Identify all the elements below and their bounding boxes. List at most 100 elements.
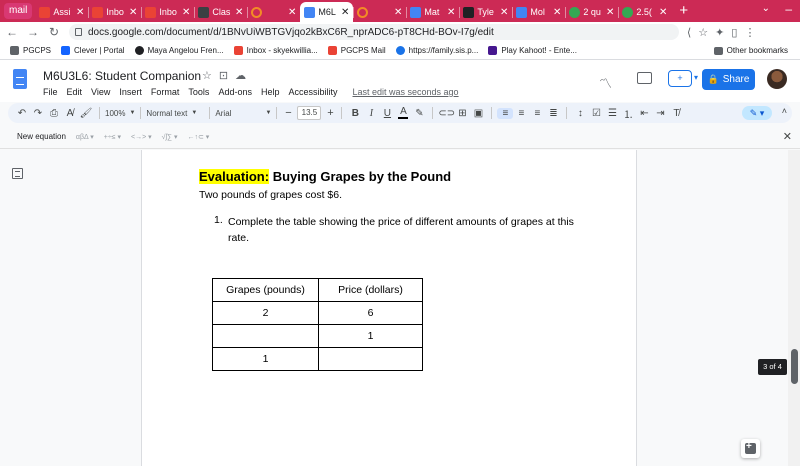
bookmark-inbox[interactable]: Inbox - skyekwillia... [233, 46, 318, 55]
table-cell[interactable]: 1 [212, 347, 319, 371]
other-bookmarks[interactable]: Other bookmarks [713, 46, 788, 55]
close-icon[interactable]: ✕ [783, 130, 792, 143]
close-icon[interactable]: ✕ [500, 7, 508, 18]
comment-history-icon[interactable] [637, 72, 652, 84]
menu-addons[interactable]: Add-ons [218, 87, 252, 97]
cloud-status-icon[interactable]: ☁ [235, 69, 246, 82]
tab-search-icon[interactable]: ⌄ [762, 3, 770, 14]
decrease-indent-icon[interactable]: ⇤ [636, 108, 652, 119]
add-comment-icon[interactable]: ⊞ [454, 108, 470, 119]
document-outline-icon[interactable] [12, 168, 23, 179]
new-equation-button[interactable]: New equation [17, 132, 66, 141]
document-page[interactable]: Evaluation: Buying Grapes by the Pound T… [141, 150, 637, 466]
misc-operations-menu[interactable]: +÷≤ ▾ [104, 133, 121, 141]
vertical-scrollbar[interactable] [788, 150, 800, 466]
tab-gmail-inbox-2[interactable]: Inbo ✕ [141, 2, 194, 22]
back-icon[interactable]: ← [3, 25, 21, 39]
bookmark-pgcps[interactable]: PGCPS [10, 46, 51, 55]
menu-kebab-icon[interactable]: ⋮ [744, 26, 755, 39]
menu-edit[interactable]: Edit [67, 87, 83, 97]
activity-dashboard-icon[interactable]: 〽 [599, 73, 612, 92]
clear-formatting-icon[interactable]: T̸ [668, 108, 684, 119]
bookmark-pgcps-mail[interactable]: PGCPS Mail [327, 46, 386, 55]
redo-icon[interactable]: ↷ [30, 108, 46, 119]
zoom-select[interactable]: 100% ▼ [105, 109, 135, 118]
scrollbar-thumb[interactable] [791, 349, 798, 384]
chevron-up-icon[interactable]: ˄ [782, 106, 787, 116]
table-cell[interactable]: 6 [318, 301, 423, 325]
align-right-icon[interactable]: ≡ [529, 108, 545, 119]
close-icon[interactable]: ✕ [182, 7, 190, 18]
extensions-icon[interactable]: ✦ [715, 26, 724, 39]
numbered-list-icon[interactable]: ⒈ [620, 106, 636, 121]
align-left-icon[interactable]: ≡ [497, 107, 514, 119]
bookmark-clever[interactable]: Clever | Portal [61, 46, 125, 55]
menu-view[interactable]: View [91, 87, 110, 97]
italic-icon[interactable]: I [363, 108, 379, 119]
menu-help[interactable]: Help [261, 87, 280, 97]
paragraph-style-select[interactable]: Normal text ▼ [146, 109, 204, 118]
menu-insert[interactable]: Insert [119, 87, 142, 97]
justify-icon[interactable]: ≣ [545, 108, 561, 119]
menu-format[interactable]: Format [151, 87, 180, 97]
text-color-icon[interactable]: A [398, 107, 409, 119]
bookmark-star-icon[interactable]: ☆ [698, 26, 708, 39]
increase-indent-icon[interactable]: ⇥ [652, 108, 668, 119]
minimize-icon[interactable]: – [785, 2, 792, 16]
editing-mode-button[interactable]: ✎ ▾ [742, 106, 772, 120]
share-button[interactable]: 🔒 Share [702, 69, 755, 90]
tab-mol-doc[interactable]: Mol ✕ [512, 2, 565, 22]
line-spacing-icon[interactable]: ↕ [572, 108, 588, 119]
bookmark-kahoot[interactable]: Play Kahoot! - Ente... [488, 46, 577, 55]
increase-font-size-icon[interactable]: + [324, 107, 336, 119]
table-cell[interactable]: 2 [212, 301, 319, 325]
tab-google-search[interactable]: 2 qu ✕ [565, 2, 618, 22]
docs-logo-icon[interactable] [13, 69, 27, 89]
new-tab-button[interactable]: + [679, 2, 688, 22]
close-icon[interactable]: ✕ [659, 7, 667, 18]
relations-menu[interactable]: <→> ▾ [131, 133, 152, 141]
tab-mail[interactable]: mail [4, 3, 33, 19]
tab-loading[interactable]: ✕ [247, 2, 300, 22]
menu-tools[interactable]: Tools [188, 87, 209, 97]
sidebar-icon[interactable]: ▯ [731, 26, 737, 39]
close-icon[interactable]: ✕ [341, 7, 349, 18]
move-folder-icon[interactable]: ⊡ [219, 69, 228, 82]
underline-icon[interactable]: U [379, 108, 395, 119]
tab-gmail-inbox[interactable]: Inbo ✕ [88, 2, 141, 22]
reload-icon[interactable]: ↻ [45, 25, 63, 39]
present-meeting-icon[interactable]: + [668, 70, 692, 87]
tab-gmail-assignment[interactable]: Assi ✕ [35, 2, 88, 22]
close-icon[interactable]: ✕ [129, 7, 137, 18]
share-icon[interactable]: ⟨ [687, 26, 691, 39]
url-bar[interactable]: docs.google.com/document/d/1BNvUiWBTGVjq… [69, 24, 679, 40]
math-operators-menu[interactable]: √ʃ∑ ▾ [162, 133, 178, 141]
close-icon[interactable]: ✕ [288, 7, 296, 18]
document-title[interactable]: M6U3L6: Student Companion [43, 69, 201, 83]
bookmark-maya-angelou[interactable]: Maya Angelou Fren... [134, 46, 224, 55]
print-icon[interactable]: ⎙ [46, 108, 62, 119]
align-center-icon[interactable]: ≡ [513, 108, 529, 119]
close-icon[interactable]: ✕ [606, 7, 614, 18]
tab-classroom[interactable]: Clas ✕ [194, 2, 247, 22]
highlight-color-icon[interactable]: ✎ [411, 108, 427, 119]
star-icon[interactable]: ☆ [202, 69, 212, 82]
insert-image-icon[interactable]: ▣ [470, 108, 486, 119]
explore-icon[interactable] [741, 439, 760, 458]
greek-letters-menu[interactable]: αβΔ ▾ [76, 133, 94, 141]
arrows-menu[interactable]: ←↑⊂ ▾ [187, 133, 209, 141]
spellcheck-icon[interactable]: A̸ [62, 108, 78, 119]
tab-math-doc[interactable]: Mat ✕ [406, 2, 459, 22]
decrease-font-size-icon[interactable]: − [282, 107, 294, 119]
font-select[interactable]: Arial ▼ [215, 109, 271, 118]
close-icon[interactable]: ✕ [76, 7, 84, 18]
close-icon[interactable]: ✕ [553, 7, 561, 18]
tab-google-doc-active[interactable]: M6L ✕ [300, 2, 354, 22]
tab-loading-2[interactable]: ✕ [353, 2, 406, 22]
last-edit-link[interactable]: Last edit was seconds ago [353, 87, 459, 97]
tab-tyler[interactable]: Tyle ✕ [459, 2, 512, 22]
undo-icon[interactable]: ↶ [14, 108, 30, 119]
avatar[interactable] [767, 69, 787, 89]
font-size-input[interactable]: 13.5 [297, 106, 322, 120]
bold-icon[interactable]: B [347, 108, 363, 119]
